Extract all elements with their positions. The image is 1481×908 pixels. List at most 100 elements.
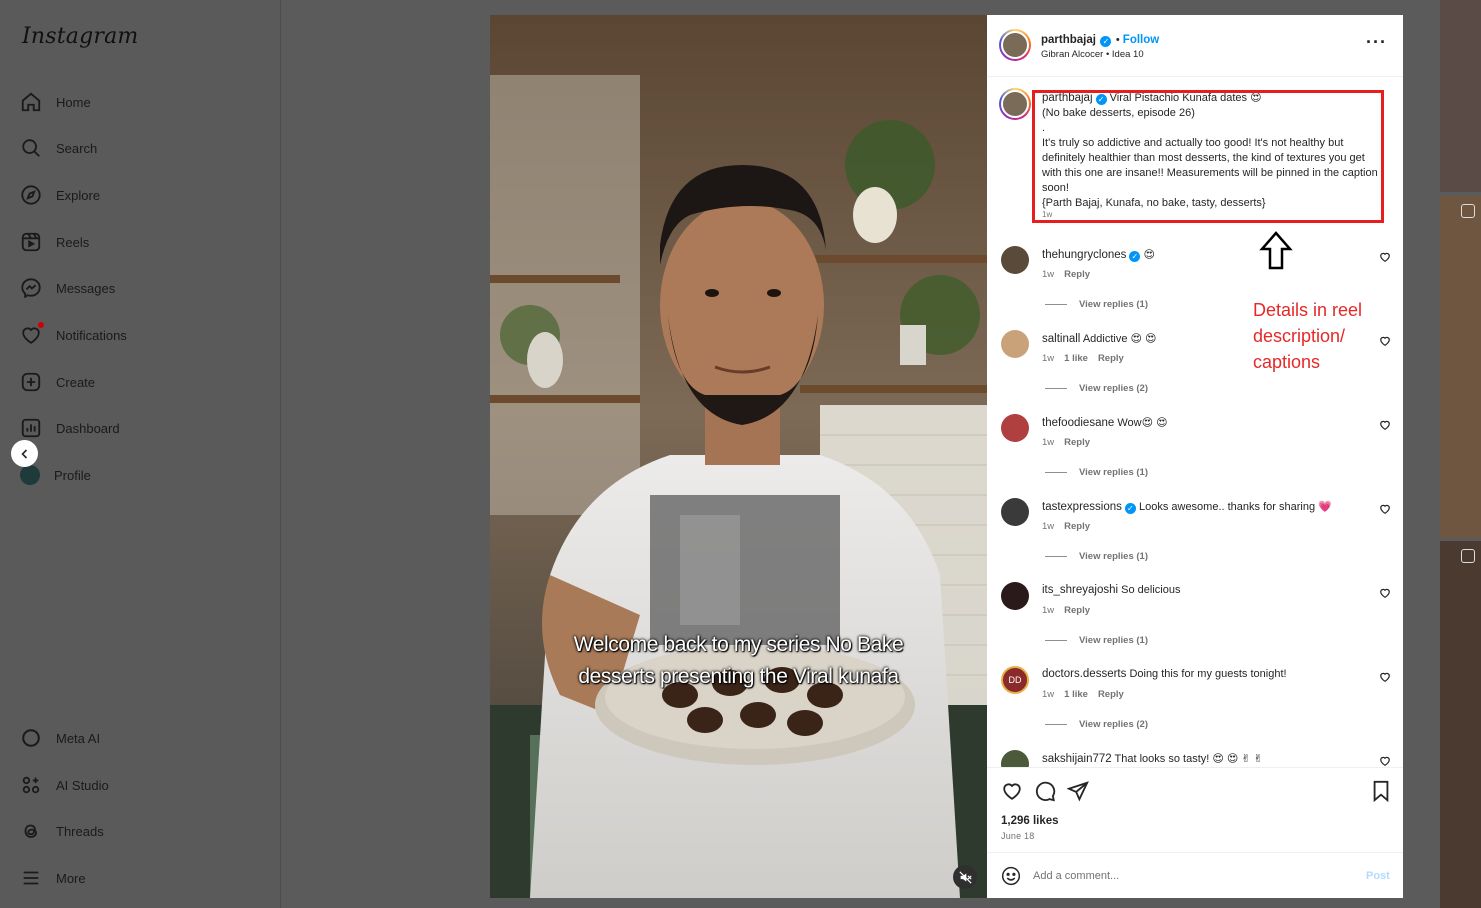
- commenter-avatar[interactable]: [1001, 246, 1029, 274]
- post-comment-button[interactable]: Post: [1366, 870, 1390, 882]
- share-icon[interactable]: [1067, 780, 1089, 802]
- commenter-avatar[interactable]: [1001, 582, 1029, 610]
- commenter-username[interactable]: saltinall: [1042, 333, 1080, 345]
- view-replies-button[interactable]: View replies (2): [1045, 383, 1148, 394]
- nav-explore[interactable]: Explore: [20, 181, 100, 209]
- reel-badge-icon: [1461, 204, 1475, 218]
- divider-line: [1045, 640, 1067, 641]
- comment-age: 1w: [1042, 605, 1055, 616]
- comment-item: tastexpressions ✓ Looks awesome.. thanks …: [987, 496, 1403, 580]
- like-heart-icon[interactable]: [1001, 780, 1023, 802]
- view-replies-button[interactable]: View replies (1): [1045, 467, 1148, 478]
- commenter-username[interactable]: doctors.desserts: [1042, 668, 1126, 680]
- comment-like-heart-icon[interactable]: [1379, 671, 1391, 683]
- nav-meta-ai-label: Meta AI: [56, 730, 101, 746]
- comment-age: 1w: [1042, 269, 1055, 280]
- background-grid: [1404, 0, 1481, 908]
- grid-thumbnail[interactable]: [1440, 541, 1481, 908]
- video-subtitle-line-1: Welcome back to my series No Bake: [573, 633, 904, 656]
- author-username[interactable]: parthbajaj: [1041, 34, 1096, 46]
- view-replies-button[interactable]: View replies (2): [1045, 719, 1148, 730]
- view-replies-button[interactable]: View replies (1): [1045, 551, 1148, 562]
- likes-count[interactable]: 1,296 likes: [1001, 815, 1059, 827]
- comment-like-heart-icon[interactable]: [1379, 755, 1391, 767]
- hamburger-icon: [23, 871, 39, 885]
- reply-button[interactable]: Reply: [1098, 689, 1124, 700]
- nav-create[interactable]: Create: [20, 368, 95, 396]
- audio-info[interactable]: Gibran Alcocer • Idea 10: [1041, 49, 1144, 60]
- nav-more[interactable]: More: [20, 864, 86, 892]
- commenter-avatar[interactable]: [1001, 750, 1029, 767]
- reply-button[interactable]: Reply: [1098, 353, 1124, 364]
- nav-notifications[interactable]: Notifications: [20, 321, 127, 349]
- nav-search[interactable]: Search: [20, 134, 97, 162]
- comment-like-heart-icon[interactable]: [1379, 335, 1391, 347]
- comment-age: 1w: [1042, 689, 1055, 700]
- commenter-username[interactable]: its_shreyajoshi: [1042, 584, 1118, 596]
- nav-messages-label: Messages: [56, 280, 116, 296]
- comments-scroll[interactable]: parthbajaj ✓ Viral Pistachio Kunafa date…: [987, 78, 1403, 767]
- more-options-icon[interactable]: ···: [1366, 33, 1387, 51]
- comment-likes[interactable]: 1 like: [1064, 689, 1088, 700]
- view-replies-label: View replies (1): [1079, 635, 1148, 646]
- avatar: [20, 465, 40, 485]
- reply-button[interactable]: Reply: [1064, 269, 1090, 280]
- author-line: parthbajaj ✓ • Follow: [1041, 34, 1160, 47]
- nav-home[interactable]: Home: [20, 88, 91, 116]
- mute-button[interactable]: [953, 865, 977, 889]
- comment-meta: 1w Reply: [1042, 605, 1100, 616]
- author-avatar[interactable]: [999, 29, 1031, 61]
- nav-search-label: Search: [56, 140, 98, 156]
- view-replies-label: View replies (2): [1079, 383, 1148, 394]
- commenter-username[interactable]: tastexpressions: [1042, 501, 1122, 513]
- comment-text-line: tastexpressions ✓ Looks awesome.. thanks …: [1042, 500, 1362, 514]
- commenter-username[interactable]: thehungryclones: [1042, 249, 1126, 261]
- commenter-avatar[interactable]: [1001, 414, 1029, 442]
- nav-dashboard[interactable]: Dashboard: [20, 414, 120, 442]
- nav-profile-label: Profile: [54, 467, 91, 483]
- follow-button[interactable]: Follow: [1123, 34, 1159, 46]
- collapse-button[interactable]: [11, 440, 38, 467]
- messenger-icon: [21, 278, 41, 299]
- view-replies-button[interactable]: View replies (1): [1045, 299, 1148, 310]
- caption-avatar[interactable]: [999, 88, 1031, 120]
- comment-icon[interactable]: [1034, 780, 1056, 802]
- view-replies-label: View replies (1): [1079, 299, 1148, 310]
- divider-line: [1045, 556, 1067, 557]
- commenter-username[interactable]: thefoodiesane: [1042, 417, 1114, 429]
- reply-button[interactable]: Reply: [1064, 437, 1090, 448]
- sidebar: Instagram Home Search Explore Reels Mess…: [0, 0, 281, 908]
- nav-reels[interactable]: Reels: [20, 228, 89, 256]
- reel-video[interactable]: Welcome back to my series No Bake desser…: [490, 15, 987, 898]
- nav-meta-ai[interactable]: Meta AI: [20, 724, 100, 752]
- commenter-avatar[interactable]: DD: [1001, 666, 1029, 694]
- search-icon: [22, 139, 40, 157]
- comment-input[interactable]: [1033, 866, 1353, 886]
- comment-text-line: doctors.desserts Doing this for my guest…: [1042, 668, 1362, 680]
- comment-like-heart-icon[interactable]: [1379, 503, 1391, 515]
- commenter-username[interactable]: sakshijain772: [1042, 753, 1112, 765]
- instagram-logo[interactable]: Instagram: [22, 24, 138, 49]
- comment-body: Addictive 😍 😍: [1082, 333, 1157, 345]
- nav-threads[interactable]: Threads: [20, 817, 104, 845]
- nav-ai-studio[interactable]: AI Studio: [20, 771, 109, 799]
- bookmark-icon[interactable]: [1371, 780, 1391, 802]
- comment-like-heart-icon[interactable]: [1379, 419, 1391, 431]
- comment-body: Doing this for my guests tonight!: [1129, 668, 1287, 680]
- emoji-icon[interactable]: [1001, 866, 1021, 886]
- commenter-avatar[interactable]: [1001, 330, 1029, 358]
- comment-like-heart-icon[interactable]: [1379, 587, 1391, 599]
- reply-button[interactable]: Reply: [1064, 605, 1090, 616]
- view-replies-button[interactable]: View replies (1): [1045, 635, 1148, 646]
- grid-thumbnail[interactable]: [1440, 0, 1481, 192]
- comment-likes[interactable]: 1 like: [1064, 353, 1088, 364]
- speaker-muted-icon: [958, 870, 972, 884]
- grid-thumbnail[interactable]: [1440, 196, 1481, 538]
- comment-like-heart-icon[interactable]: [1379, 251, 1391, 263]
- verified-badge-icon: ✓: [1124, 503, 1136, 514]
- reel-badge-icon: [1461, 549, 1475, 563]
- nav-messages[interactable]: Messages: [20, 274, 115, 302]
- reply-button[interactable]: Reply: [1064, 521, 1090, 532]
- comment-text-line: its_shreyajoshi So delicious: [1042, 584, 1362, 596]
- commenter-avatar[interactable]: [1001, 498, 1029, 526]
